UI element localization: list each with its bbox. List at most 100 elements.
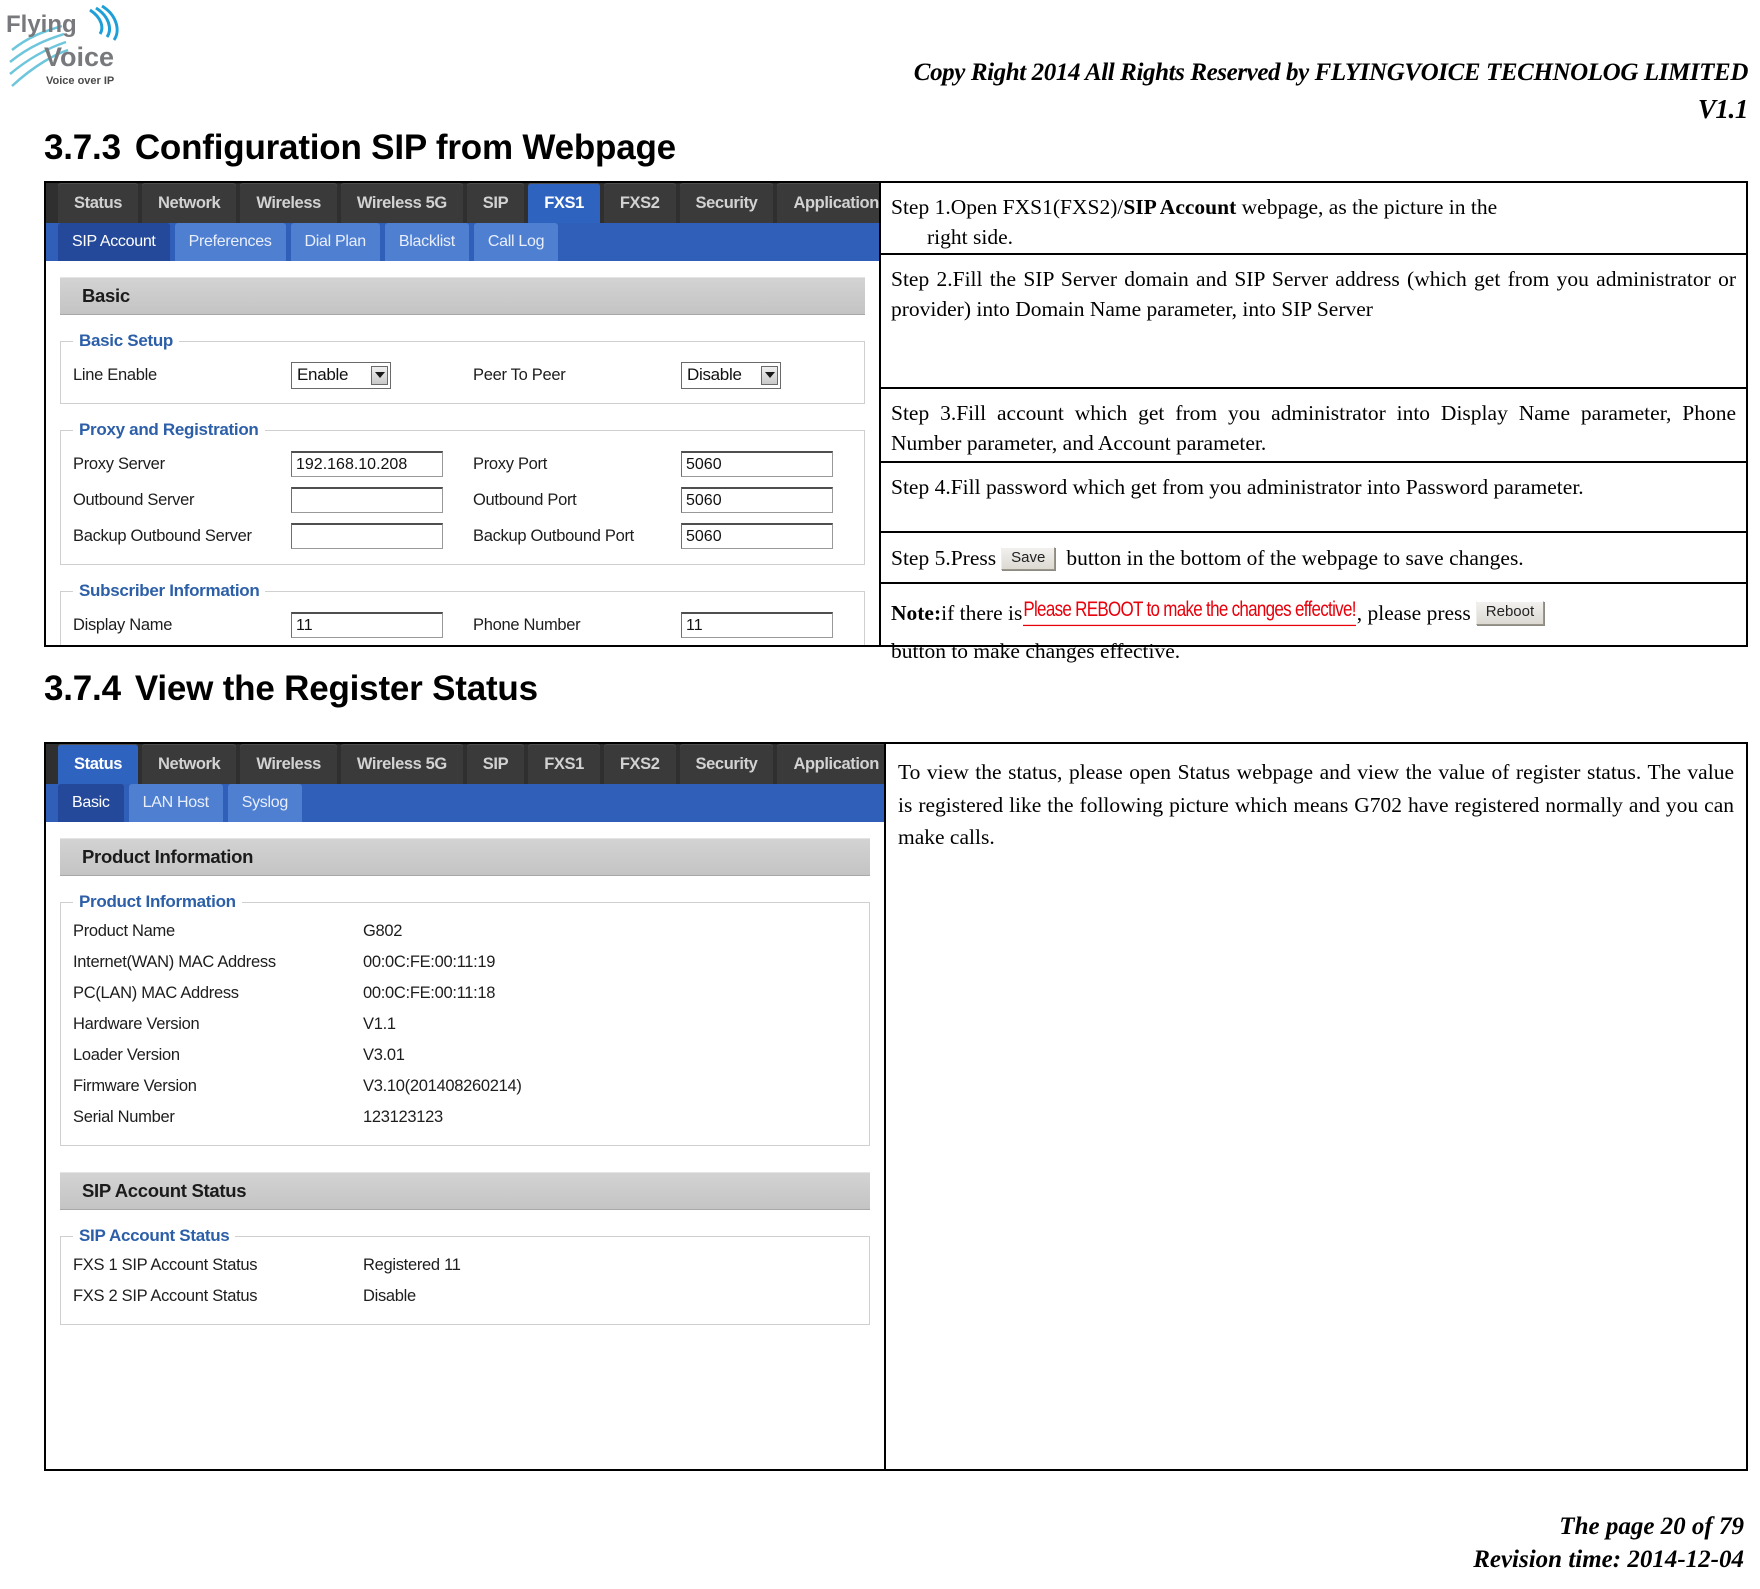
label-firmware-version: Firmware Version xyxy=(73,1077,197,1095)
status-sub-bar: Basic LAN Host Syslog xyxy=(46,784,884,822)
nav-tab-sip[interactable]: SIP xyxy=(466,744,525,784)
sub-tab-dial-plan[interactable]: Dial Plan xyxy=(290,223,380,261)
nav-tab-network[interactable]: Network xyxy=(142,183,237,223)
group-legend: SIP Account Status xyxy=(79,1226,230,1245)
label-serial-number: Serial Number xyxy=(73,1108,175,1126)
group-product-information: Product Information Product Name G802 In… xyxy=(60,892,870,1146)
nav-tab-status[interactable]: Status xyxy=(58,744,139,784)
reboot-alert-message: Please REBOOT to make the changes effect… xyxy=(1023,594,1356,626)
nav-tab-label: Wireless xyxy=(256,193,321,212)
sub-tab-syslog[interactable]: Syslog xyxy=(227,784,302,822)
sub-tab-preferences[interactable]: Preferences xyxy=(174,223,286,261)
sub-tab-call-log[interactable]: Call Log xyxy=(473,223,559,261)
nav-tab-fxs2[interactable]: FXS2 xyxy=(603,744,676,784)
nav-tab-wireless-5g[interactable]: Wireless 5G xyxy=(340,183,463,223)
section-number: 3.7.4 xyxy=(44,669,121,708)
note-text-a: if there is xyxy=(941,601,1023,625)
group-subscriber-information: Subscriber Information Display Name 11 P… xyxy=(60,581,865,645)
reboot-button[interactable]: Reboot xyxy=(1475,601,1545,625)
footer-revision-time: Revision time: 2014-12-04 xyxy=(1473,1546,1744,1574)
nav-tab-label: Wireless 5G xyxy=(356,193,447,212)
note-label: Note: xyxy=(891,601,942,625)
sub-tab-basic[interactable]: Basic xyxy=(58,784,124,822)
input-display-name[interactable]: 11 xyxy=(291,612,443,638)
info-row: PC(LAN) MAC Address 00:0C:FE:00:11:18 xyxy=(73,978,857,1009)
input-outbound-server[interactable] xyxy=(291,487,443,513)
nav-tab-label: Application xyxy=(793,193,879,212)
page-header: Flying Voice Voice over IP Copy Right 20… xyxy=(0,0,1760,128)
nav-tab-security[interactable]: Security xyxy=(679,744,774,784)
input-proxy-server-value: 192.168.10.208 xyxy=(296,455,408,473)
info-row: Internet(WAN) MAC Address 00:0C:FE:00:11… xyxy=(73,947,857,978)
nav-tab-status[interactable]: Status xyxy=(58,183,139,223)
nav-tab-wireless-5g[interactable]: Wireless 5G xyxy=(340,744,463,784)
step-1-text-b: webpage, as the picture in the xyxy=(1236,195,1498,219)
label-fxs2-sip-account-status: FXS 2 SIP Account Status xyxy=(73,1287,258,1305)
form-row: Line Enable Enable Peer To Peer Disable xyxy=(73,359,852,391)
label-phone-number: Phone Number xyxy=(473,615,581,634)
nav-tab-sip[interactable]: SIP xyxy=(466,183,525,223)
step-3: Step 3.Fill account which get from you a… xyxy=(881,389,1746,463)
value-product-name: G802 xyxy=(363,922,403,940)
form-row: Outbound Server Outbound Port 5060 xyxy=(73,484,852,516)
value-lan-mac-address: 00:0C:FE:00:11:18 xyxy=(363,984,496,1002)
nav-tab-label: Network xyxy=(158,754,221,773)
input-proxy-port[interactable]: 5060 xyxy=(681,451,833,477)
sub-tab-lan-host[interactable]: LAN Host xyxy=(128,784,223,822)
chevron-down-icon xyxy=(371,365,388,385)
status-note-text: To view the status, please open Status w… xyxy=(898,760,1734,850)
nav-tab-fxs2[interactable]: FXS2 xyxy=(603,183,676,223)
group-legend: Proxy and Registration xyxy=(79,420,259,439)
fxs1-sip-account-screenshot-cell: Status Network Wireless Wireless 5G SIP … xyxy=(46,183,881,645)
step-4-text: Step 4.Fill password which get from you … xyxy=(891,475,1584,499)
form-row: Proxy Server 192.168.10.208 Proxy Port 5… xyxy=(73,448,852,480)
nav-tab-network[interactable]: Network xyxy=(142,744,237,784)
nav-tab-label: Network xyxy=(158,193,221,212)
input-backup-outbound-server[interactable] xyxy=(291,523,443,549)
nav-tab-application[interactable]: Application xyxy=(777,744,884,784)
label-proxy-port: Proxy Port xyxy=(473,454,548,473)
nav-tab-fxs1[interactable]: FXS1 xyxy=(528,744,600,784)
nav-tab-fxs1[interactable]: FXS1 xyxy=(528,183,600,223)
save-button[interactable]: Save xyxy=(1001,546,1056,571)
nav-tab-security[interactable]: Security xyxy=(679,183,774,223)
status-webui: Status Network Wireless Wireless 5G SIP … xyxy=(46,744,884,1469)
value-wan-mac-address: 00:0C:FE:00:11:19 xyxy=(363,953,496,971)
group-sip-account-status: SIP Account Status FXS 1 SIP Account Sta… xyxy=(60,1226,870,1325)
section-373-table: Status Network Wireless Wireless 5G SIP … xyxy=(44,181,1748,663)
svg-text:Voice over IP: Voice over IP xyxy=(46,75,114,87)
step-4: Step 4.Fill password which get from you … xyxy=(881,463,1746,533)
input-outbound-port[interactable]: 5060 xyxy=(681,487,833,513)
fxs1-sub-bar: SIP Account Preferences Dial Plan Blackl… xyxy=(46,223,879,261)
label-outbound-port: Outbound Port xyxy=(473,490,577,509)
info-row: Serial Number 123123123 xyxy=(73,1102,857,1133)
input-phone-number[interactable]: 11 xyxy=(681,612,833,638)
group-legend: Basic Setup xyxy=(79,331,174,350)
select-peer-to-peer[interactable]: Disable xyxy=(681,361,781,389)
sub-tab-blacklist[interactable]: Blacklist xyxy=(384,223,469,261)
label-product-name: Product Name xyxy=(73,922,175,940)
group-basic-setup: Basic Setup Line Enable Enable Peer To P… xyxy=(60,331,865,404)
group-legend: Product Information xyxy=(79,892,236,911)
input-proxy-port-value: 5060 xyxy=(686,455,722,473)
nav-tab-wireless[interactable]: Wireless xyxy=(240,183,337,223)
nav-tab-wireless[interactable]: Wireless xyxy=(240,744,337,784)
nav-tab-label: Wireless xyxy=(256,754,321,773)
group-legend: Subscriber Information xyxy=(79,581,260,600)
value-serial-number: 123123123 xyxy=(363,1108,443,1126)
group-proxy-and-registration: Proxy and Registration Proxy Server 192.… xyxy=(60,420,865,565)
sub-tab-label: SIP Account xyxy=(72,233,156,250)
nav-tab-application[interactable]: Application xyxy=(777,183,879,223)
nav-tab-label: SIP xyxy=(482,754,509,773)
step-5-text-b: button in the bottom of the webpage to s… xyxy=(1066,546,1524,571)
input-proxy-server[interactable]: 192.168.10.208 xyxy=(291,451,443,477)
input-backup-outbound-port[interactable]: 5060 xyxy=(681,523,833,549)
nav-tab-label: SIP xyxy=(482,193,509,212)
step-2: Step 2.Fill the SIP Server domain and SI… xyxy=(881,255,1746,389)
step-1-text-a: Step 1.Open FXS1(FXS2)/ xyxy=(891,195,1124,219)
sub-tab-label: Call Log xyxy=(487,233,545,250)
footer-page-number: The page 20 of 79 xyxy=(1559,1512,1744,1540)
select-line-enable[interactable]: Enable xyxy=(291,361,391,389)
fxs1-nav-bar: Status Network Wireless Wireless 5G SIP … xyxy=(46,183,879,223)
sub-tab-sip-account[interactable]: SIP Account xyxy=(58,223,170,261)
